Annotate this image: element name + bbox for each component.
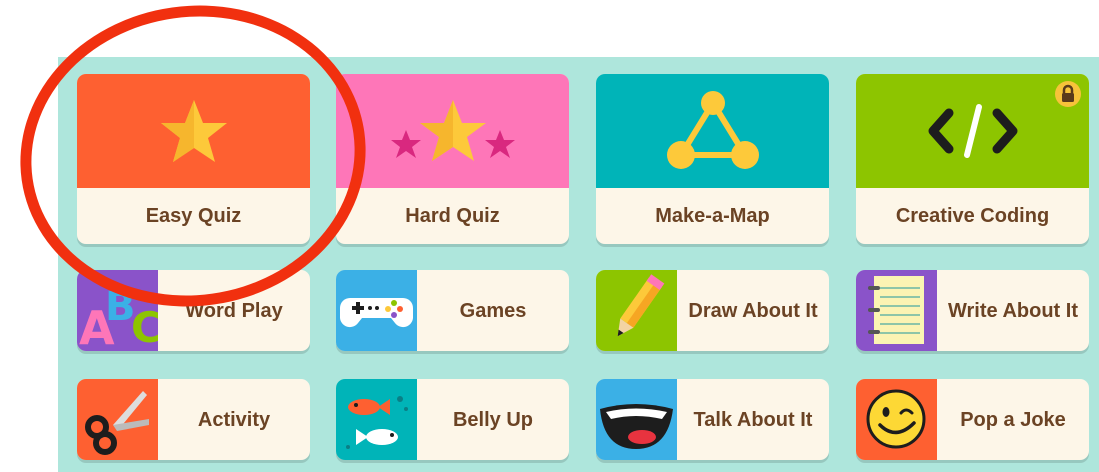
notepad-icon xyxy=(868,276,924,344)
games-tile[interactable]: Games xyxy=(336,270,569,351)
talk-about-it-thumb xyxy=(596,379,677,460)
code-brackets-icon xyxy=(928,104,1017,158)
wink-face-icon xyxy=(866,389,926,449)
activity-label: Activity xyxy=(197,408,271,431)
pop-a-joke-thumb xyxy=(856,379,937,460)
creative-coding-label: Creative Coding xyxy=(895,204,1050,227)
belly-up-tile[interactable]: Belly Up xyxy=(336,379,569,460)
mouth-icon xyxy=(600,404,673,449)
gamepad-icon xyxy=(340,298,413,328)
creative-coding-header xyxy=(856,74,1089,188)
draw-about-it-label: Draw About It xyxy=(688,299,818,322)
activity-tile[interactable]: Activity xyxy=(77,379,310,460)
easy-quiz-label: Easy Quiz xyxy=(145,204,242,227)
write-about-it-label: Write About It xyxy=(948,299,1078,322)
make-a-map-header xyxy=(596,74,829,188)
word-play-tile[interactable]: A B C Word Play xyxy=(77,270,310,351)
easy-quiz-header xyxy=(77,74,310,188)
hard-quiz-header xyxy=(336,74,569,188)
abc-letters-icon: A B C xyxy=(79,284,158,351)
creative-coding-card[interactable]: Creative Coding xyxy=(856,74,1089,244)
belly-up-thumb xyxy=(336,379,417,460)
make-a-map-label: Make-a-Map xyxy=(655,204,770,227)
belly-up-label: Belly Up xyxy=(452,408,534,431)
word-play-thumb: A B C xyxy=(77,270,158,351)
write-about-it-tile[interactable]: Write About It xyxy=(856,270,1089,351)
pop-a-joke-tile[interactable]: Pop a Joke xyxy=(856,379,1089,460)
talk-about-it-tile[interactable]: Talk About It xyxy=(596,379,829,460)
draw-about-it-tile[interactable]: Draw About It xyxy=(596,270,829,351)
network-triangle-icon xyxy=(666,91,759,169)
stars-icon xyxy=(390,100,515,161)
easy-quiz-card[interactable]: Easy Quiz xyxy=(77,74,310,244)
games-thumb xyxy=(336,270,417,351)
word-play-label: Word Play xyxy=(185,299,283,322)
pop-a-joke-label: Pop a Joke xyxy=(960,408,1066,431)
games-label: Games xyxy=(459,299,527,322)
write-about-it-thumb xyxy=(856,270,937,351)
star-icon xyxy=(160,100,227,162)
talk-about-it-label: Talk About It xyxy=(693,408,813,431)
hard-quiz-card[interactable]: Hard Quiz xyxy=(336,74,569,244)
hard-quiz-label: Hard Quiz xyxy=(405,204,500,227)
draw-about-it-thumb xyxy=(596,270,677,351)
make-a-map-card[interactable]: Make-a-Map xyxy=(596,74,829,244)
pencil-icon xyxy=(617,274,665,337)
scissors-icon xyxy=(85,391,149,455)
fish-icon xyxy=(346,396,408,449)
activity-thumb xyxy=(77,379,158,460)
svg-text:C: C xyxy=(131,303,158,351)
lock-icon xyxy=(1055,81,1081,107)
